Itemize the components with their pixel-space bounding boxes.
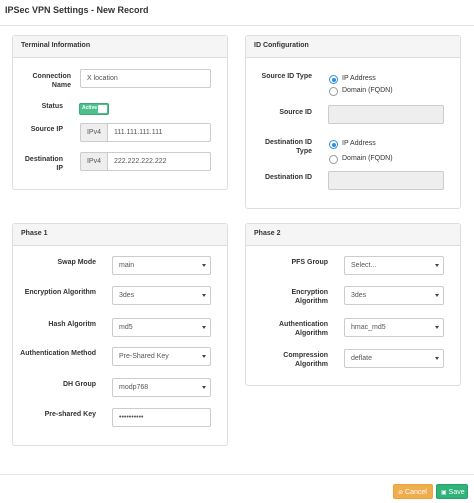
pre-shared-key-label: Pre-shared Key [44,411,96,418]
panel-heading: Phase 2 [246,224,460,246]
pre-shared-key-input[interactable]: •••••••••• [112,408,211,427]
p1-encryption-value: 3des [119,292,135,299]
authentication-method-select[interactable]: Pre-Shared Key [112,347,211,366]
destination-ip-label: Destination IP [24,156,63,172]
source-id-ip-option-label: IP Address [342,75,376,82]
save-button[interactable]: ▣ Save [436,484,468,499]
pfs-group-label: PFS Group [291,259,328,266]
p1-encryption-select[interactable]: 3des [112,286,211,305]
panel-heading: Terminal Information [13,36,227,58]
dh-group-value: modp768 [119,384,149,391]
destination-id-ip-radio[interactable] [329,140,338,149]
chevron-down-icon [202,326,206,329]
authentication-algorithm-value: hmac_md5 [351,324,386,331]
destination-id-type-label: Destination ID Type [264,139,312,155]
source-id-domain-option-label: Domain (FQDN) [342,87,393,94]
pfs-group-select[interactable]: Select... [344,256,444,275]
source-id-input[interactable] [328,105,444,124]
cancel-circle-icon: ⊘ [398,490,404,496]
hash-algorithm-select[interactable]: md5 [112,318,211,337]
chevron-down-icon [202,386,206,389]
connection-name-input[interactable]: X location [80,69,211,88]
compression-algorithm-value: deflate [351,355,373,362]
chevron-down-icon [435,264,439,267]
destination-id-ip-option-label: IP Address [342,140,376,147]
dialog-title: IPSec VPN Settings - New Record [5,5,149,15]
status-toggle-text: Active [82,105,98,111]
authentication-method-label: Authentication Method [20,350,96,357]
authentication-algorithm-select[interactable]: hmac_md5 [344,318,444,337]
cancel-button-label: Cancel [405,489,427,496]
status-toggle[interactable]: Active [79,103,109,115]
hash-algorithm-label: Hash Algoritm [48,321,96,328]
save-disk-icon: ▣ [441,490,447,496]
chevron-down-icon [202,355,206,358]
chevron-down-icon [435,326,439,329]
pfs-group-value: Select... [351,262,377,269]
source-ip-label: Source IP [30,126,63,133]
source-id-label: Source ID [279,109,312,116]
panel-heading: Phase 1 [13,224,227,246]
compression-algorithm-select[interactable]: deflate [344,349,444,368]
source-id-domain-radio[interactable] [329,87,338,96]
chevron-down-icon [435,294,439,297]
destination-ip-version-addon: IPv4 [80,152,107,171]
status-label: Status [41,103,63,110]
panel-title: Phase 1 [21,230,48,237]
dh-group-label: DH Group [62,381,96,388]
authentication-method-value: Pre-Shared Key [119,353,169,360]
chevron-down-icon [435,357,439,360]
compression-algorithm-label: Compression Algorithm [283,352,328,368]
dh-group-select[interactable]: modp768 [112,378,211,397]
swap-mode-select[interactable]: main [112,256,211,275]
source-ip-version-addon: IPv4 [80,123,107,142]
destination-id-domain-option-label: Domain (FQDN) [342,155,393,162]
swap-mode-value: main [119,262,135,269]
destination-ip-input[interactable]: 222.222.222.222 [107,152,211,171]
save-button-label: Save [448,489,465,496]
source-ip-input[interactable]: 111.111.111.111 [107,123,211,142]
toggle-knob [98,105,107,113]
panel-title: Phase 2 [254,230,281,237]
panel-heading: ID Configuration [246,36,460,58]
source-id-ip-radio[interactable] [329,75,338,84]
destination-id-label: Destination ID [264,174,312,181]
panel-title: ID Configuration [254,42,309,49]
p1-encryption-label: Encryption Algorithm [24,289,96,296]
panel-title: Terminal Information [21,42,91,49]
chevron-down-icon [202,264,206,267]
destination-id-domain-radio[interactable] [329,155,338,164]
chevron-down-icon [202,294,206,297]
cancel-button[interactable]: ⊘ Cancel [393,484,433,499]
destination-id-input[interactable] [328,171,444,190]
dialog-header: IPSec VPN Settings - New Record [0,0,474,26]
authentication-algorithm-label: Authentication Algorithm [279,321,328,337]
p2-encryption-value: 3des [351,292,367,299]
p2-encryption-select[interactable]: 3des [344,286,444,305]
hash-algorithm-value: md5 [119,324,133,331]
p2-encryption-label: Encryption Algorithm [291,289,328,305]
connection-name-label: Connection Name [32,73,72,89]
source-id-type-label: Source ID Type [261,73,312,80]
swap-mode-label: Swap Mode [57,259,96,266]
